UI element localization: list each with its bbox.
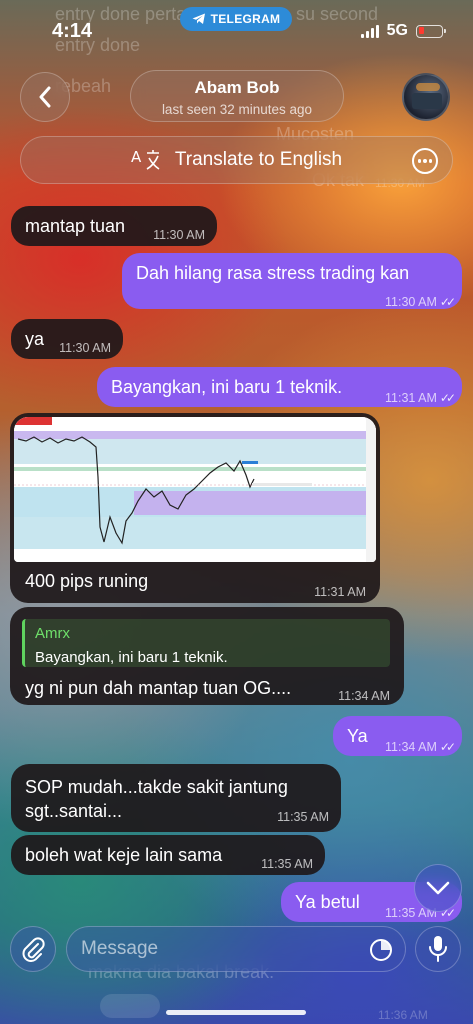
message-text: Dah hilang rasa stress trading kan	[136, 263, 410, 283]
chat-name: Abam Bob	[194, 78, 280, 97]
more-horizontal-icon[interactable]	[412, 148, 438, 174]
back-button[interactable]	[20, 72, 70, 122]
double-check-icon: ✓✓	[439, 391, 456, 405]
telegram-pill-label: TELEGRAM	[210, 12, 281, 26]
sticker-icon[interactable]	[369, 938, 393, 962]
home-indicator	[166, 1010, 306, 1015]
message-time: 11:34 AM	[338, 689, 390, 703]
double-check-icon: ✓✓	[439, 295, 456, 309]
translate-icon: A	[131, 148, 160, 170]
message-text: ya	[25, 329, 45, 349]
message-placeholder: Message	[81, 938, 159, 959]
background-ghost-text: 11:36 AM	[378, 1008, 428, 1022]
message-time: 11:35 AM	[261, 857, 313, 871]
message-time: 11:35 AM	[277, 810, 329, 824]
message-bubble-incoming[interactable]: boleh wat keje lain sama 11:35 AM	[11, 835, 325, 875]
message-text: boleh wat keje lain sama	[25, 845, 223, 865]
message-meta: 11:30 AM ✓✓	[385, 289, 456, 313]
avatar[interactable]	[402, 73, 450, 121]
message-time: 11:30 AM	[385, 295, 437, 309]
message-time: 11:30 AM	[59, 341, 111, 355]
chart-thumbnail	[14, 417, 376, 562]
status-time: 4:14	[52, 20, 93, 42]
message-text: mantap tuan	[25, 216, 126, 236]
background-reaction-thumbs	[100, 994, 160, 1018]
message-bubble-incoming[interactable]: SOP mudah...takde sakit jantung sgt..san…	[11, 764, 341, 832]
message-text: Bayangkan, ini baru 1 teknik.	[111, 377, 343, 397]
attach-button[interactable]	[10, 926, 56, 972]
telegram-pill[interactable]: TELEGRAM	[180, 7, 292, 31]
message-meta: 11:34 AM ✓✓	[385, 734, 456, 758]
chat-title[interactable]: Abam Bob last seen 32 minutes ago	[130, 70, 344, 122]
message-bubble-outgoing[interactable]: Ya 11:34 AM ✓✓	[333, 716, 462, 756]
reply-author: Amrx	[35, 625, 70, 642]
paperclip-icon	[22, 937, 45, 962]
trading-chart-image[interactable]	[14, 417, 376, 562]
message-time: 11:30 AM	[153, 228, 205, 242]
chevron-left-icon	[39, 86, 51, 108]
double-check-icon: ✓✓	[439, 740, 456, 754]
message-bubble-incoming[interactable]: ya 11:30 AM	[11, 319, 123, 359]
reply-text: Bayangkan, ini baru 1 teknik.	[35, 649, 228, 666]
microphone-icon	[429, 936, 447, 962]
message-text: Ya	[347, 726, 368, 746]
message-bubble-outgoing[interactable]: Bayangkan, ini baru 1 teknik. 11:31 AM ✓✓	[97, 367, 462, 407]
message-bubble-incoming-reply[interactable]: Amrx Bayangkan, ini baru 1 teknik. yg ni…	[10, 607, 404, 705]
svg-text:A: A	[131, 148, 142, 166]
translate-bar[interactable]: A Translate to English	[20, 136, 453, 184]
translate-label: Translate to English	[174, 149, 343, 170]
message-meta: 11:31 AM ✓✓	[385, 385, 456, 409]
telegram-icon	[192, 13, 205, 24]
chevron-down-icon	[426, 881, 450, 895]
scroll-down-button[interactable]	[414, 864, 462, 912]
message-bubble-incoming-image[interactable]: 400 pips runing 11:31 AM	[10, 413, 380, 603]
message-input[interactable]: Message	[66, 926, 406, 972]
message-time: 11:34 AM	[385, 740, 437, 754]
reply-quote[interactable]: Amrx Bayangkan, ini baru 1 teknik.	[22, 619, 390, 667]
microphone-button[interactable]	[415, 926, 461, 972]
message-bubble-incoming[interactable]: mantap tuan 11:30 AM	[11, 206, 217, 246]
network-label: 5G	[386, 22, 408, 39]
signal-icon	[360, 24, 379, 38]
battery-icon	[416, 24, 446, 38]
message-time: 11:31 AM	[314, 585, 366, 599]
status-indicators: 5G	[360, 22, 446, 40]
message-text: yg ni pun dah mantap tuan OG....	[25, 678, 292, 698]
message-bubble-outgoing[interactable]: Dah hilang rasa stress trading kan 11:30…	[122, 253, 462, 309]
last-seen-status: last seen 32 minutes ago	[161, 102, 313, 117]
message-text: 400 pips runing	[25, 571, 149, 591]
message-time: 11:31 AM	[385, 391, 437, 405]
message-text: Ya betul	[295, 892, 360, 912]
